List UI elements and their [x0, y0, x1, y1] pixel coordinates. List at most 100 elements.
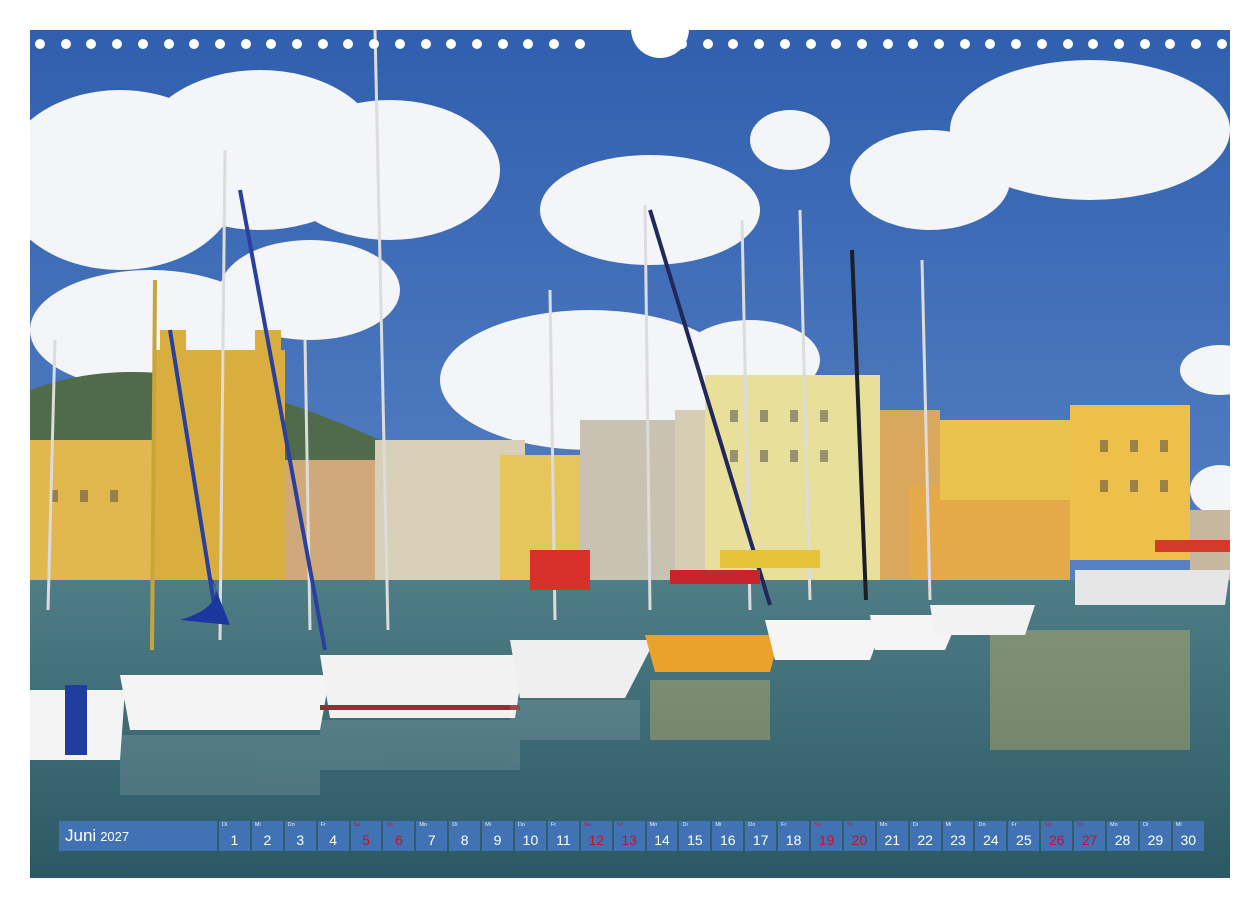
binding-hole [985, 39, 996, 49]
weekday-label: Mi [1175, 822, 1182, 828]
weekday-label: Do [748, 822, 756, 828]
day-number: 4 [329, 832, 338, 848]
weekday-label: Mo [1110, 822, 1118, 828]
day-number: 29 [1147, 832, 1164, 848]
weekday-label: Sa [1044, 822, 1051, 828]
weekday-label: Fr [1011, 822, 1017, 828]
binding-hole [959, 39, 970, 49]
harbor-illustration [30, 30, 1230, 878]
weekday-label: Sa [814, 822, 821, 828]
binding-hole [934, 39, 944, 49]
day-number: 24 [983, 832, 999, 848]
day-cell: Fr 25 [1008, 821, 1040, 851]
day-cell: Do 17 [745, 821, 777, 851]
day-number: 16 [720, 832, 736, 848]
binding-hole [882, 39, 893, 49]
day-cell: Di 29 [1139, 821, 1171, 851]
day-cell: Di 8 [449, 821, 481, 851]
weekday-label: Fr [781, 822, 787, 828]
binding-hole [1139, 39, 1150, 49]
binding-hole [523, 39, 534, 49]
weekday-label: Mo [879, 822, 888, 828]
day-cell: Fr 18 [778, 821, 810, 851]
day-number: 8 [460, 832, 469, 848]
binding-hole [1113, 39, 1124, 49]
year: 2027 [100, 828, 130, 844]
binding-hole [394, 39, 405, 49]
weekday-label: So [386, 822, 394, 828]
day-number: 14 [654, 832, 670, 848]
binding-hole [574, 39, 585, 49]
day-cell: Mi 30 [1172, 821, 1204, 851]
day-cell: Mi 2 [251, 821, 283, 851]
spiral-binding [30, 28, 1230, 58]
binding-hole [677, 39, 687, 49]
binding-hole [35, 39, 45, 49]
month-name: Juni [65, 826, 97, 845]
day-cell: Mo 14 [646, 821, 678, 851]
day-number: 15 [687, 832, 703, 848]
day-number: 19 [818, 832, 835, 848]
day-cell: Mo 21 [876, 821, 908, 851]
binding-hole [1036, 39, 1047, 49]
day-number: 3 [296, 832, 305, 848]
day-cell: Mo 7 [416, 821, 448, 851]
binding-hole [112, 39, 123, 49]
binding-hole [908, 39, 919, 49]
binding-hole [754, 39, 765, 49]
weekday-label: Mo [419, 822, 427, 828]
day-cell: Di 15 [679, 821, 711, 851]
weekday-label: Di [682, 822, 688, 828]
day-cell: So 27 [1074, 821, 1106, 851]
binding-hole [1062, 39, 1073, 49]
binding-hole [1088, 39, 1099, 49]
day-cell: Sa 5 [350, 821, 382, 851]
binding-hole [60, 39, 71, 49]
binding-hole [369, 39, 380, 49]
weekday-label: Do [518, 822, 526, 828]
day-number: 9 [493, 832, 502, 848]
weekday-label: Di [452, 822, 458, 828]
day-cell: Do 10 [515, 821, 546, 851]
day-number: 18 [785, 832, 802, 848]
day-number: 2 [263, 832, 272, 848]
day-cell: Sa 26 [1041, 821, 1073, 851]
day-number: 12 [588, 832, 605, 848]
binding-hole [317, 39, 328, 49]
weekday-label: Mi [254, 822, 261, 828]
binding-hole [1191, 39, 1201, 49]
binding-hole [1165, 39, 1176, 49]
day-cell: Mi 9 [482, 821, 514, 851]
day-cell: Do 24 [975, 821, 1007, 851]
binding-hole [805, 39, 816, 49]
day-number: 22 [917, 832, 933, 848]
binding-hole [420, 39, 431, 49]
binding-hole [137, 39, 148, 49]
weekday-label: Fr [320, 822, 326, 828]
binding-hole [728, 39, 739, 49]
day-cell: Mo 28 [1107, 821, 1138, 851]
weekday-label: Di [1142, 822, 1149, 828]
weekday-label: Di [912, 822, 918, 828]
binding-hole [343, 39, 354, 49]
calendar-strip: Juni 2027 Di 1 Mi 2 Do 3 Fr 4 Sa 5 So 6 Mo 7 Di 8 Mi 9 Do 1… [59, 821, 1204, 851]
weekday-label: So [1077, 822, 1084, 828]
binding-hole [702, 39, 713, 49]
binding-hole [446, 39, 457, 49]
day-cell: Fr 4 [317, 821, 349, 851]
day-cell: Mi 16 [712, 821, 744, 851]
day-cell: So 20 [843, 821, 875, 851]
day-number: 20 [851, 832, 868, 848]
day-cell: Di 22 [909, 821, 941, 851]
binding-hole [86, 39, 97, 49]
day-number: 11 [556, 832, 571, 848]
day-number: 27 [1081, 832, 1098, 848]
binding-hole [1216, 39, 1227, 49]
day-number: 30 [1180, 832, 1197, 848]
day-cell: Do 3 [284, 821, 316, 851]
binding-hole [189, 39, 200, 49]
day-number: 17 [752, 832, 769, 848]
day-cell: Sa 19 [811, 821, 842, 851]
weekday-label: Do [287, 822, 295, 828]
weekday-label: Fr [550, 822, 557, 828]
